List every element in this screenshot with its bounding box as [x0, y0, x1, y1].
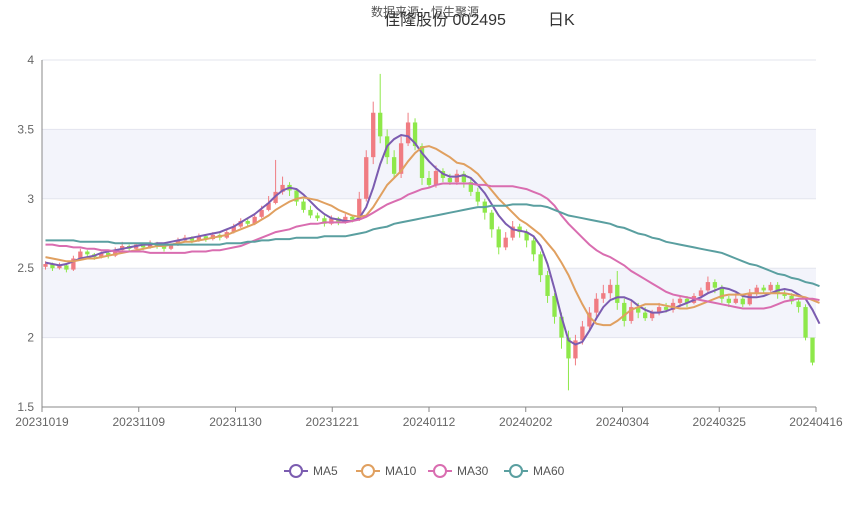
y-axis: 1.5 2 2.5 3 3.5 4: [17, 53, 43, 414]
candle-body: [712, 282, 718, 288]
legend-marker-ma30: [433, 464, 447, 478]
legend-label-ma30: MA30: [457, 464, 489, 478]
candle-body: [622, 302, 627, 321]
x-tick-label: 20231130: [209, 415, 262, 429]
candle-body: [740, 298, 745, 305]
x-tick-label: 20240304: [596, 415, 650, 429]
candle-body: [371, 112, 376, 158]
candle-body: [643, 312, 648, 319]
candle-body: [608, 284, 613, 294]
x-tick-label: 20240202: [499, 415, 553, 429]
candle-body: [454, 173, 460, 183]
y-tick-label: 2: [27, 331, 34, 345]
y-tick-label: 1.5: [17, 400, 34, 414]
candle-body: [531, 240, 536, 255]
legend-marker-ma5: [289, 464, 303, 478]
candle-body: [43, 264, 48, 267]
candle-body: [447, 177, 453, 183]
candle-body: [810, 337, 815, 363]
candle-body: [85, 251, 90, 255]
candles: [43, 73, 815, 391]
y-tick-label: 2.5: [17, 261, 34, 275]
candle-body: [503, 237, 508, 248]
x-tick-label: 20240416: [789, 415, 843, 429]
x-tick-label: 20240112: [403, 415, 456, 429]
candle-body: [747, 293, 752, 305]
candle-body: [315, 215, 320, 219]
candle-body: [301, 201, 306, 210]
candle-body: [615, 284, 620, 303]
legend-label-ma60: MA60: [533, 464, 565, 478]
candle-body: [594, 298, 599, 313]
grid: [42, 59, 816, 408]
candle-body: [601, 293, 606, 299]
chart-title: 佳隆股份 002495: [384, 11, 506, 29]
candle-body: [698, 290, 704, 296]
candle-body: [350, 216, 355, 220]
candle-body: [475, 191, 480, 202]
candle-body: [308, 209, 313, 216]
candle-body: [705, 282, 711, 291]
candle-body: [496, 229, 501, 248]
candle-body: [538, 254, 543, 276]
legend-marker-ma60: [509, 464, 523, 478]
candle-body: [677, 298, 683, 303]
y-tick-label: 4: [27, 53, 34, 67]
x-tick-label: 20240325: [693, 415, 747, 429]
candle-body: [378, 112, 383, 137]
candle-body: [663, 307, 669, 310]
candle-body: [64, 265, 69, 270]
y-tick-label: 3: [27, 192, 34, 206]
y-tick-label: 3.5: [17, 122, 34, 136]
candle-body: [426, 177, 432, 185]
candle-body: [391, 157, 397, 174]
candlestick-chart: 数据来源：恒生聚源 佳隆股份 002495 日K 1.522.533.54 20…: [15, 4, 843, 478]
candle-body: [768, 284, 773, 291]
candle-body: [405, 122, 411, 144]
candle-body: [245, 221, 250, 224]
x-axis: 20231019 20231109 20231130 20231221 20240112…: [15, 406, 843, 429]
legend-label-ma10: MA10: [385, 464, 417, 478]
candle-body: [726, 298, 731, 303]
x-tick-label: 20231221: [306, 415, 360, 429]
legend: MA5 MA10 MA30 MA60: [284, 464, 565, 478]
candle-body: [433, 171, 439, 185]
candle-body: [364, 157, 369, 199]
legend-marker-ma10: [361, 464, 375, 478]
candle-body: [489, 212, 494, 230]
candle-body: [761, 287, 766, 291]
chart-title-suffix: 日K: [548, 12, 575, 29]
candle-body: [733, 298, 738, 303]
legend-label-ma5: MA5: [313, 464, 338, 478]
x-tick-label: 20231019: [15, 415, 69, 429]
x-tick-label: 20231109: [113, 415, 166, 429]
candle-body: [545, 275, 550, 296]
candle-body: [803, 307, 808, 338]
grid-band: [42, 268, 816, 338]
candle-body: [796, 301, 801, 308]
